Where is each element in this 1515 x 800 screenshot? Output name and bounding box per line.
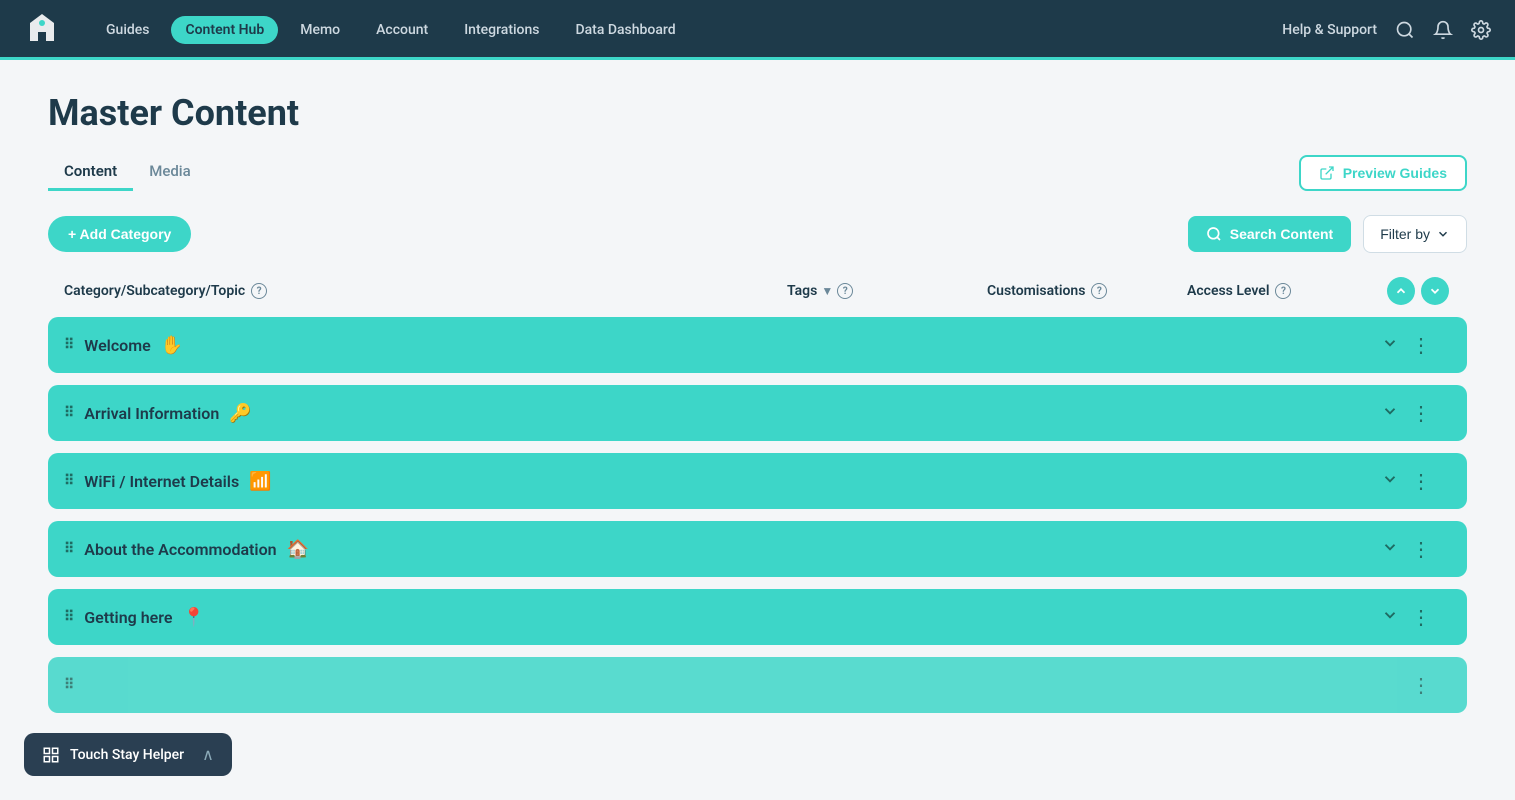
nav-link-memo[interactable]: Memo (286, 16, 354, 44)
category-icon-accommodation: 🏠 (287, 539, 309, 560)
category-label-wifi: WiFi / Internet Details (84, 472, 239, 491)
drag-handle-partial[interactable]: ⠿ (64, 677, 74, 693)
page-title: Master Content (48, 92, 1467, 134)
category-icon-wifi: 📶 (249, 471, 271, 492)
notifications-icon[interactable] (1433, 20, 1453, 40)
nav-links: Guides Content Hub Memo Account Integrat… (92, 16, 1282, 44)
category-row[interactable]: ⠿ Welcome ✋ ⋮ (48, 317, 1467, 373)
expand-getting-here-button[interactable] (1377, 602, 1403, 633)
helper-label: Touch Stay Helper (70, 747, 184, 763)
expand-accommodation-button[interactable] (1377, 534, 1403, 565)
sort-up-button[interactable] (1387, 277, 1415, 305)
more-welcome-button[interactable]: ⋮ (1407, 329, 1435, 362)
nav-link-guides[interactable]: Guides (92, 16, 163, 44)
expand-welcome-button[interactable] (1377, 330, 1403, 361)
settings-icon[interactable] (1471, 20, 1491, 40)
col-category-header: Category/Subcategory/Topic ? (64, 283, 787, 299)
drag-handle-getting-here[interactable]: ⠿ (64, 609, 74, 625)
add-category-button[interactable]: + Add Category (48, 216, 191, 252)
category-icon-welcome: ✋ (161, 335, 183, 356)
table-header: Category/Subcategory/Topic ? Tags ▼ ? Cu… (48, 277, 1467, 317)
nav-link-integrations[interactable]: Integrations (450, 16, 553, 44)
tags-info-icon[interactable]: ? (837, 283, 853, 299)
access-level-info-icon[interactable]: ? (1275, 283, 1291, 299)
sort-down-button[interactable] (1421, 277, 1449, 305)
drag-handle-wifi[interactable]: ⠿ (64, 473, 74, 489)
nav-link-data-dashboard[interactable]: Data Dashboard (562, 16, 690, 44)
category-list: ⠿ Welcome ✋ ⋮ ⠿ Arrival Information 🔑 (48, 317, 1467, 713)
category-row[interactable]: ⠿ Arrival Information 🔑 ⋮ (48, 385, 1467, 441)
more-partial-button[interactable]: ⋮ (1407, 669, 1435, 702)
filter-by-label: Filter by (1380, 226, 1430, 242)
nav-link-account[interactable]: Account (362, 16, 442, 44)
search-content-label: Search Content (1230, 226, 1333, 242)
col-customisations-header: Customisations ? (987, 283, 1187, 299)
toolbar-right: Search Content Filter by (1188, 215, 1467, 253)
search-icon[interactable] (1395, 20, 1415, 40)
nav-right: Help & Support (1282, 20, 1491, 40)
filter-by-button[interactable]: Filter by (1363, 215, 1467, 253)
help-support-link[interactable]: Help & Support (1282, 22, 1377, 38)
sort-arrows (1387, 277, 1451, 305)
col-tags-header: Tags ▼ ? (787, 283, 987, 299)
add-category-label: + Add Category (68, 226, 171, 242)
preview-guides-label: Preview Guides (1343, 165, 1447, 181)
customisations-info-icon[interactable]: ? (1091, 283, 1107, 299)
main-content: Master Content Content Media Preview Gui… (0, 60, 1515, 745)
tabs-row: Content Media Preview Guides (48, 154, 1467, 191)
tags-chevron-icon: ▼ (821, 284, 833, 298)
category-row[interactable]: ⠿ WiFi / Internet Details 📶 ⋮ (48, 453, 1467, 509)
category-icon-getting-here: 📍 (182, 607, 204, 628)
tab-media[interactable]: Media (133, 154, 207, 191)
tab-list: Content Media (48, 154, 207, 191)
app-logo[interactable] (24, 10, 60, 50)
col-access-level-header: Access Level ? (1187, 283, 1387, 299)
helper-close-icon[interactable]: ∧ (202, 745, 214, 764)
nav-link-content-hub[interactable]: Content Hub (171, 16, 278, 44)
drag-handle-welcome[interactable]: ⠿ (64, 337, 74, 353)
expand-wifi-button[interactable] (1377, 466, 1403, 497)
category-row[interactable]: ⠿ Getting here 📍 ⋮ (48, 589, 1467, 645)
category-label-welcome: Welcome (84, 336, 150, 355)
more-accommodation-button[interactable]: ⋮ (1407, 533, 1435, 566)
category-row[interactable]: ⠿ About the Accommodation 🏠 ⋮ (48, 521, 1467, 577)
toolbar: + Add Category Search Content Filter by (48, 215, 1467, 253)
navbar: Guides Content Hub Memo Account Integrat… (0, 0, 1515, 60)
category-icon-arrival: 🔑 (229, 403, 251, 424)
category-label-getting-here: Getting here (84, 608, 172, 627)
preview-guides-button[interactable]: Preview Guides (1299, 155, 1467, 191)
more-getting-here-button[interactable]: ⋮ (1407, 601, 1435, 634)
search-content-button[interactable]: Search Content (1188, 216, 1351, 252)
drag-handle-accommodation[interactable]: ⠿ (64, 541, 74, 557)
category-info-icon[interactable]: ? (251, 283, 267, 299)
more-wifi-button[interactable]: ⋮ (1407, 465, 1435, 498)
category-row-partial[interactable]: ⠿ ⋮ (48, 657, 1467, 713)
expand-arrival-button[interactable] (1377, 398, 1403, 429)
tab-content[interactable]: Content (48, 154, 133, 191)
drag-handle-arrival[interactable]: ⠿ (64, 405, 74, 421)
category-label-accommodation: About the Accommodation (84, 540, 276, 559)
category-label-arrival: Arrival Information (84, 404, 219, 423)
helper-widget[interactable]: Touch Stay Helper ∧ (24, 733, 232, 776)
more-arrival-button[interactable]: ⋮ (1407, 397, 1435, 430)
